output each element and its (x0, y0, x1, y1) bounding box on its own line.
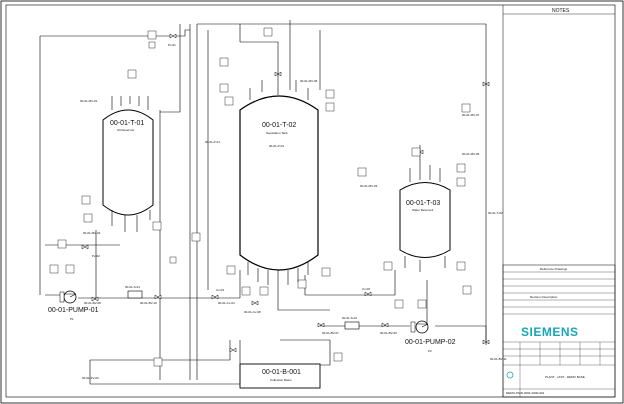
title-block-revision-label: Revision Description (530, 295, 558, 299)
label-mv02: 00-01-MV-02 (83, 231, 101, 235)
tank-t01-name: Oil Reservoir (117, 128, 134, 132)
strainer-s02-tag: 00-01-S-02 (342, 316, 357, 320)
label-pv02: Pv-02 (92, 254, 100, 258)
instrument-box-27 (461, 103, 471, 113)
brand-logo-text: SIEMENS (521, 325, 579, 339)
strainer-s01[interactable]: 00-01-S-01 (125, 285, 143, 299)
instrument-box-28 (456, 163, 466, 173)
instrument-box-22 (383, 261, 393, 271)
instrument-box-29 (456, 177, 466, 187)
label-cv06: Cv-06 (362, 287, 370, 291)
instrument-box-19 (241, 286, 251, 296)
instrument-box-18 (169, 256, 177, 264)
pump-02-sub: P2 (428, 349, 432, 353)
title-block: Reference Drawings Revision Description … (502, 264, 616, 398)
instrument-box-24 (394, 299, 404, 309)
tank-t02[interactable]: 00-01-T-02 Separation Tank 00-01-P-02 (239, 95, 319, 271)
label-bv09: 00-01-BV-09 (380, 331, 397, 335)
valve-basin (229, 347, 237, 353)
instrument-box-2 (148, 41, 156, 49)
label-mv01: 00-01-MV-01 (80, 99, 98, 103)
label-cv03: Cv-03 (216, 288, 224, 292)
label-bv08: 00-01-BV-08 (84, 301, 101, 305)
valve-pv01 (169, 33, 177, 39)
pump-01[interactable]: 00-01-PUMP-01 P1 (48, 290, 99, 321)
instrument-box-5 (127, 69, 137, 79)
label-mv03: 00-01-MV-03 (360, 184, 378, 188)
label-mv07: 00-01-MV-07 (462, 113, 480, 117)
valve-pv02 (81, 244, 89, 250)
instrument-box-32 (153, 357, 163, 367)
valve-cv03 (211, 294, 219, 300)
tank-t02-name: Separation Tank (266, 131, 288, 135)
label-pv01: Pv-01 (168, 43, 176, 47)
instrument-box-21 (297, 279, 307, 289)
label-bv10: 00-01-BV-10 (140, 301, 157, 305)
tank-t03-tag: 00-01-T-03 (406, 200, 440, 207)
instrument-box-30 (357, 167, 367, 177)
instrument-box-26 (462, 285, 472, 295)
instrument-box-10 (81, 195, 91, 205)
valve-cv06 (364, 291, 372, 297)
pump-01-tag: 00-01-PUMP-01 (48, 307, 99, 314)
instrument-box-1 (147, 30, 157, 40)
instrument-box-23 (456, 261, 466, 271)
instrument-box-12 (57, 239, 67, 249)
instrument-box-6 (219, 83, 229, 93)
label-cv04: 00-01-Cv-04 (218, 301, 235, 305)
instrument-box-15 (191, 232, 201, 242)
instrument-box-13 (49, 264, 59, 274)
label-t02-ref: 00-01-T-02 (488, 211, 503, 215)
instrument-box-14 (65, 264, 75, 274)
pump-02-tag: 00-01-PUMP-02 (405, 339, 456, 346)
instrument-box-20 (259, 286, 269, 296)
label-mv06: 00-01-MV-06 (300, 79, 318, 83)
label-bv11: 00-01-BV-11 (490, 357, 507, 361)
tank-t01[interactable]: 00-01-T-01 Oil Reservoir (102, 109, 154, 216)
label-mv05: 00-01-MV-05 (462, 152, 480, 156)
tank-t02-tag: 00-01-T-02 (262, 122, 296, 129)
small-logo-icon (506, 371, 514, 379)
title-block-reference-label: Reference Drawings (540, 267, 568, 271)
title-block-plant-line: PLANT - UNIT - DEMO BASE (545, 375, 585, 379)
title-block-drawing-number: DEMO-P&ID-0001-0000-001 (506, 391, 545, 395)
basin-tag: 00-01-B-001 (262, 369, 301, 376)
valve-bv07 (317, 322, 325, 328)
instrument-box-31 (411, 147, 421, 157)
label-fv03: 00-01-FV-03 (82, 376, 99, 380)
instrument-box-33 (333, 352, 343, 362)
tank-t03[interactable]: 00-01-T-03 Water Reservoir (399, 182, 451, 258)
instrument-box-16 (226, 265, 236, 275)
valve-bv09 (381, 322, 389, 328)
tank-t02-sub: 00-01-P-02 (269, 144, 284, 148)
instrument-box-9 (325, 102, 335, 112)
tank-t03-name: Water Reservoir (412, 208, 434, 212)
label-p01: 00-01-P-01 (205, 140, 220, 144)
instrument-box-4 (263, 27, 273, 37)
notes-label: NOTES (552, 8, 570, 14)
instrument-box-17 (321, 267, 331, 277)
tank-t01-tag: 00-01-T-01 (110, 120, 144, 127)
pid-drawing-sheet: NOTES Reference Drawings Revision Descri… (0, 0, 624, 404)
basin-name: Collection Basin (270, 378, 292, 382)
instrument-box-7 (224, 96, 234, 106)
label-bv07: 00-01-BV-07 (322, 331, 339, 335)
collection-basin[interactable]: 00-01-B-001 Collection Basin (239, 363, 321, 389)
label-cv08: 00-01-Cv-08 (244, 310, 261, 314)
instrument-box-25 (417, 299, 427, 309)
instrument-box-3 (219, 57, 229, 67)
valve-bv10 (154, 294, 162, 300)
valve-cv04 (251, 300, 259, 306)
instrument-box-34 (83, 213, 93, 223)
pump-01-sub: P1 (70, 317, 74, 321)
instrument-box-11 (152, 221, 162, 231)
instrument-box-8 (325, 89, 335, 99)
strainer-s02[interactable]: 00-01-S-02 (342, 316, 360, 330)
strainer-s01-tag: 00-01-S-01 (125, 285, 140, 289)
